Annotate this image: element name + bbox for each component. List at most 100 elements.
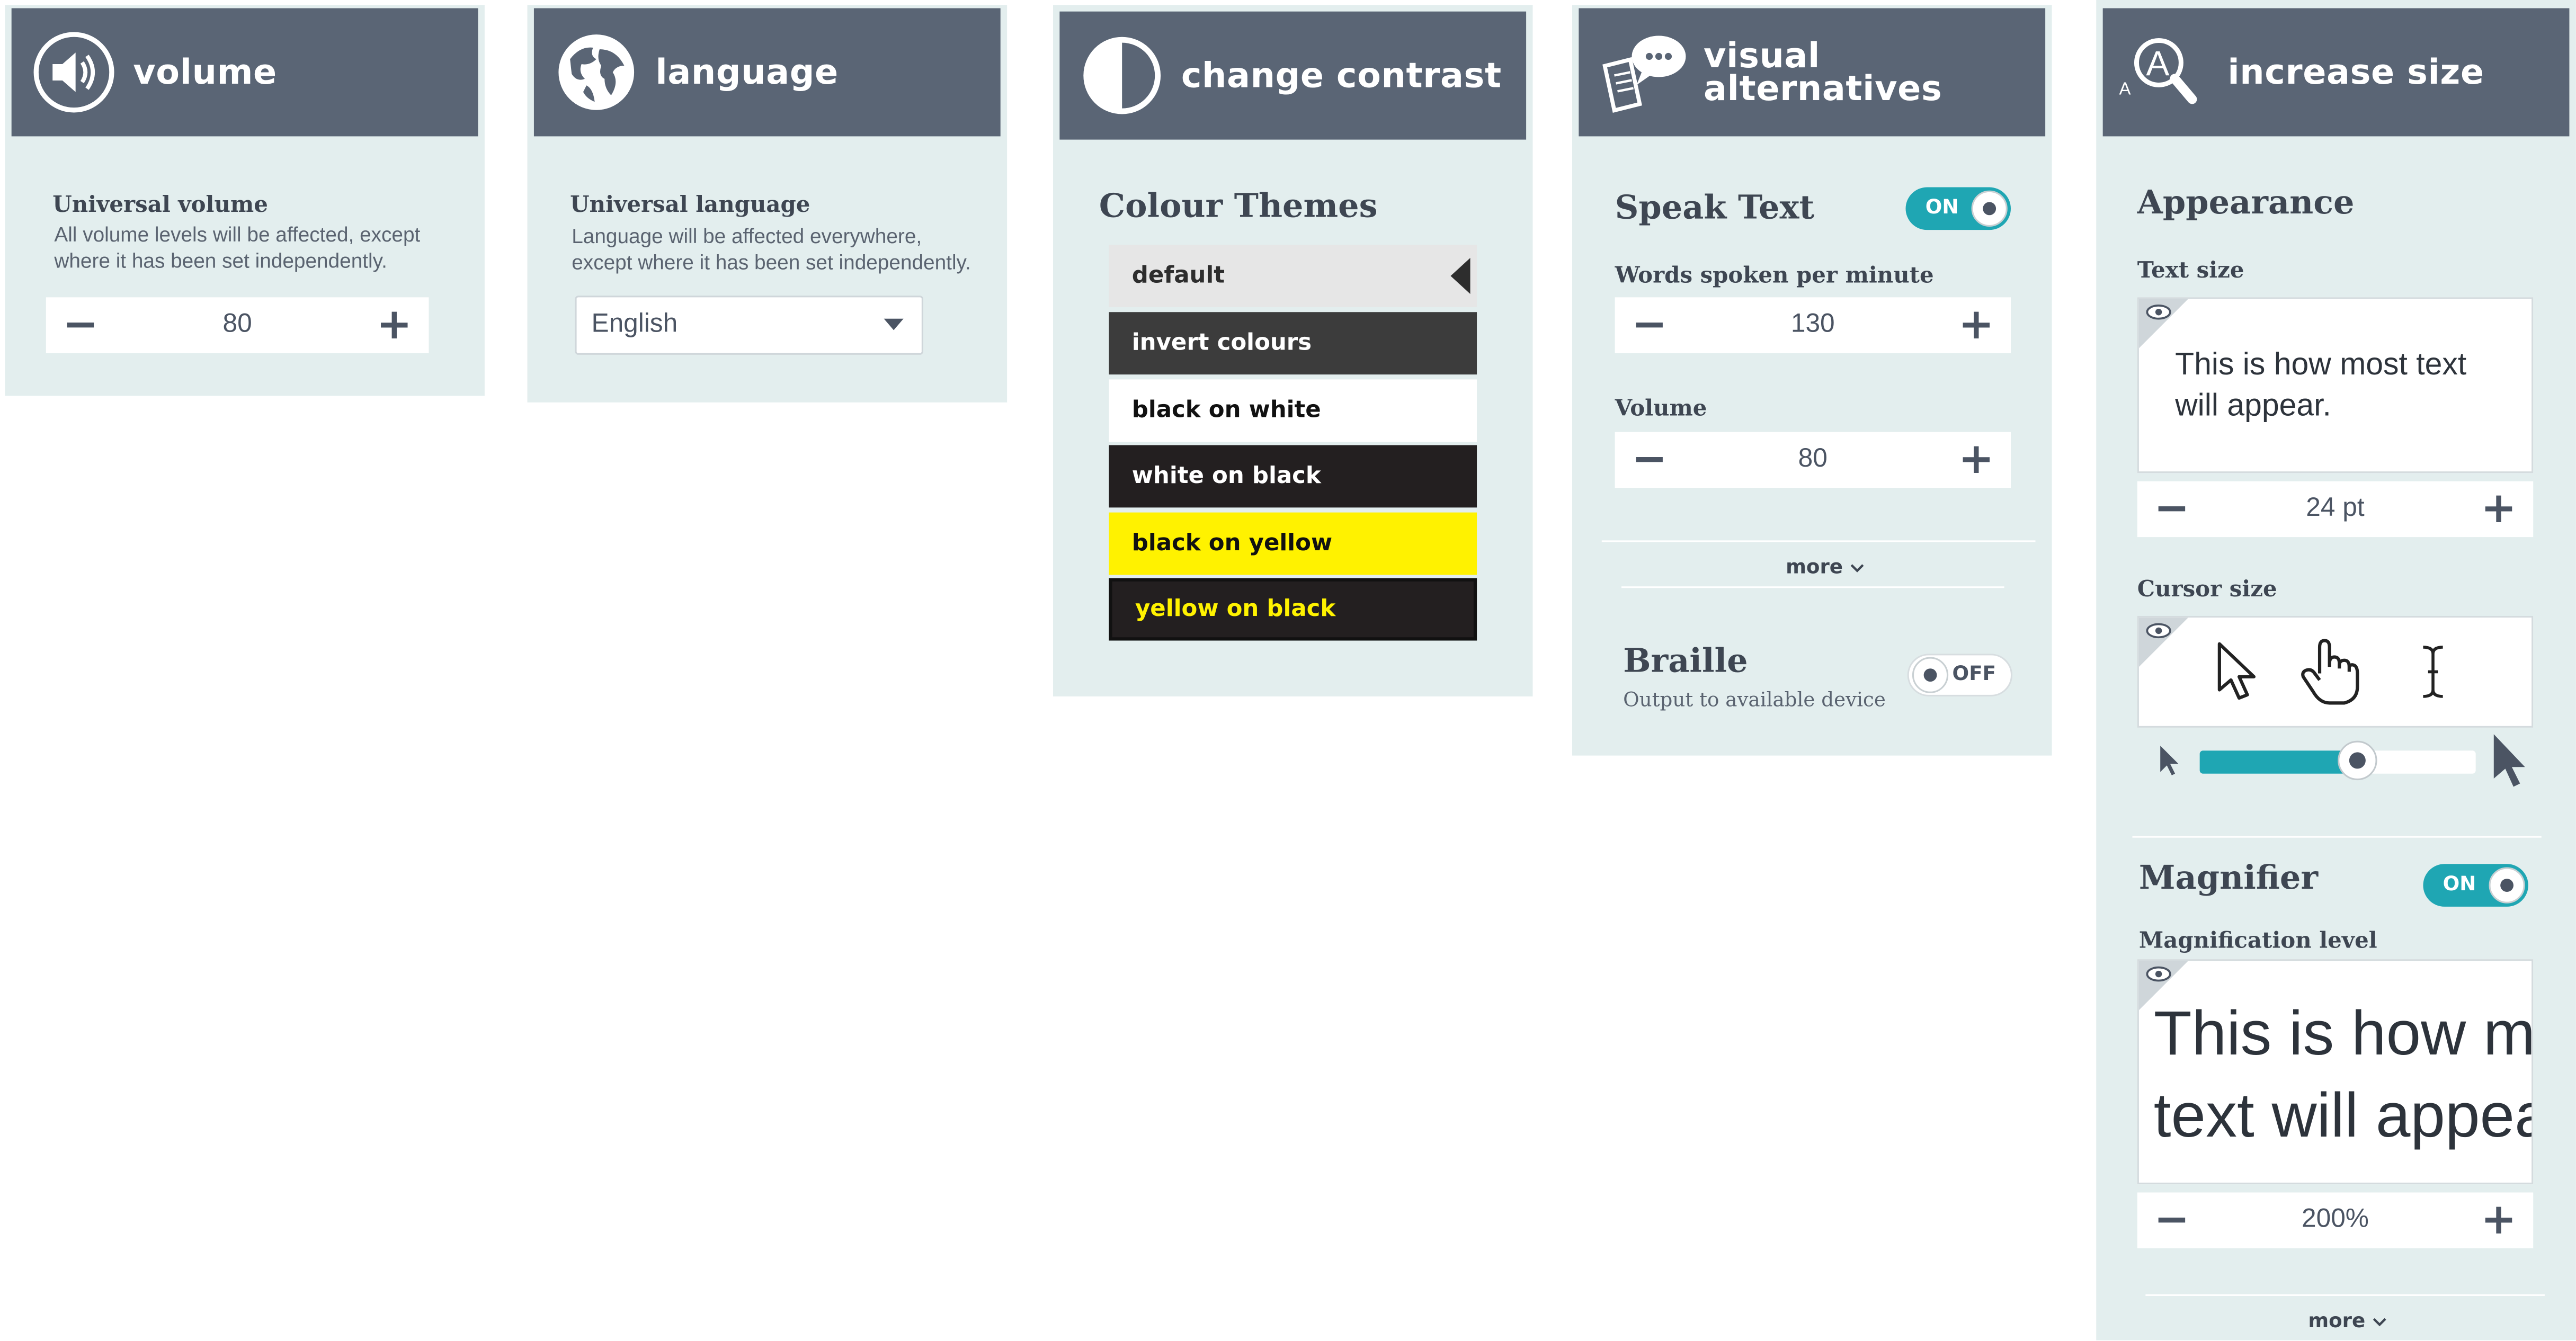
chevron-down-icon	[884, 318, 904, 330]
magnifier-heading: Magnifier	[2138, 857, 2319, 897]
toggle-state: ON	[1925, 195, 1959, 219]
appearance-heading: Appearance	[2137, 182, 2355, 222]
language-description-2: except where it has been set independent…	[572, 251, 971, 274]
increase-size-more-link[interactable]: more	[2308, 1309, 2387, 1332]
language-header[interactable]: language	[533, 8, 1001, 137]
words-per-minute-label: Words spoken per minute	[1615, 263, 1934, 289]
magnification-decrease-button[interactable]: −	[2154, 1196, 2190, 1245]
toggle-knob	[2489, 867, 2525, 904]
eye-icon	[2146, 304, 2171, 320]
braille-heading: Braille	[1623, 640, 1748, 680]
magnification-level-label: Magnification level	[2138, 928, 2377, 954]
words-increase-button[interactable]: +	[1958, 301, 1994, 350]
cursor-size-label: Cursor size	[2137, 576, 2277, 603]
words-per-minute-stepper: − 130 +	[1615, 297, 2011, 353]
chevron-down-icon	[1850, 564, 1864, 573]
colour-themes-heading: Colour Themes	[1099, 185, 1378, 225]
contrast-panel: change contrast Colour Themes default in…	[1053, 5, 1533, 696]
text-size-decrease-button[interactable]: −	[2154, 485, 2190, 534]
universal-language-label: Universal language	[570, 192, 810, 219]
visual-alternatives-title: visual alternatives	[1704, 36, 1942, 109]
magnification-stepper: − 200% +	[2137, 1192, 2534, 1248]
preview-line-2: will appear.	[2175, 389, 2331, 424]
globe-icon	[558, 34, 635, 110]
divider	[1621, 586, 2004, 588]
toggle-knob	[1912, 657, 1949, 693]
universal-volume-label: Universal volume	[52, 192, 268, 219]
language-selected-value: English	[591, 310, 678, 338]
hand-cursor-icon	[2301, 639, 2359, 705]
arrow-cursor-icon	[2217, 642, 2256, 700]
language-select[interactable]: English	[575, 296, 923, 355]
volume-decrease-button[interactable]: −	[63, 301, 99, 350]
divider	[2145, 1294, 2545, 1296]
speak-text-toggle[interactable]: ON	[1905, 187, 2011, 230]
magnification-preview: This is how most text will appear.	[2137, 959, 2534, 1185]
speak-text-more-link[interactable]: more	[1786, 555, 1865, 578]
theme-label: white on black	[1131, 463, 1321, 490]
preview-line-1: This is how most text	[2175, 348, 2467, 383]
slider-fill	[2199, 750, 2357, 774]
words-value: 130	[1790, 310, 1835, 338]
theme-label: black on yellow	[1131, 530, 1333, 557]
cursor-size-preview	[2137, 615, 2534, 728]
divider	[1601, 540, 2036, 542]
speak-text-heading: Speak Text	[1615, 187, 1815, 227]
theme-black-on-white[interactable]: black on white	[1109, 379, 1477, 442]
volume-increase-button[interactable]: +	[376, 301, 412, 350]
volume-header[interactable]: volume	[11, 8, 478, 137]
more-label: more	[1786, 555, 1843, 578]
mag-preview-line-2: text will appear.	[2153, 1082, 2532, 1152]
theme-default[interactable]: default	[1109, 245, 1477, 307]
eye-icon	[2146, 966, 2171, 982]
slider-thumb[interactable]	[2337, 740, 2377, 781]
small-cursor-icon	[2160, 745, 2179, 775]
increase-size-panel: A A increase size Appearance Text size T…	[2096, 0, 2576, 1340]
cursor-size-slider[interactable]	[2199, 740, 2476, 781]
braille-description: Output to available device	[1623, 688, 1886, 711]
half-circle-icon	[1083, 37, 1161, 114]
magnifier-letter-icon: A A	[2119, 38, 2197, 104]
visual-alternatives-panel: visual alternatives Speak Text ON Words …	[1572, 5, 2052, 756]
language-description-1: Language will be affected everywhere,	[572, 225, 922, 248]
language-title: language	[655, 52, 839, 92]
words-decrease-button[interactable]: −	[1632, 301, 1668, 350]
volume-description-1: All volume levels will be affected, exce…	[54, 223, 421, 247]
speech-volume-increase-button[interactable]: +	[1958, 435, 1994, 485]
theme-white-on-black[interactable]: white on black	[1109, 445, 1477, 508]
magnification-increase-button[interactable]: +	[2481, 1196, 2517, 1245]
speech-volume-stepper: − 80 +	[1615, 432, 2011, 488]
theme-invert-colours[interactable]: invert colours	[1109, 312, 1477, 375]
more-label: more	[2308, 1309, 2366, 1333]
selected-arrow-icon	[1450, 257, 1470, 294]
speech-volume-decrease-button[interactable]: −	[1632, 435, 1668, 485]
theme-label: yellow on black	[1135, 596, 1336, 623]
text-size-label: Text size	[2137, 257, 2244, 284]
speaker-icon	[33, 32, 114, 113]
theme-yellow-on-black[interactable]: yellow on black	[1109, 578, 1477, 641]
magnifier-toggle[interactable]: ON	[2423, 864, 2528, 907]
text-size-value: 24 pt	[2306, 494, 2365, 523]
volume-title: volume	[133, 52, 277, 92]
text-size-stepper: − 24 pt +	[2137, 481, 2534, 538]
increase-size-header[interactable]: A A increase size	[2102, 8, 2570, 137]
text-size-preview: This is how most text will appear.	[2137, 297, 2534, 473]
theme-label: default	[1131, 263, 1225, 289]
visual-alternatives-header[interactable]: visual alternatives	[1579, 8, 2046, 137]
braille-toggle[interactable]: OFF	[1907, 654, 2013, 696]
magnification-value: 200%	[2302, 1205, 2369, 1234]
contrast-title: change contrast	[1181, 56, 1502, 95]
settings-stage: volume Universal volume All volume level…	[0, 0, 2576, 1340]
text-size-increase-button[interactable]: +	[2481, 485, 2517, 534]
universal-volume-stepper: − 80 +	[46, 297, 429, 353]
contrast-header[interactable]: change contrast	[1059, 11, 1527, 140]
title-line-1: visual	[1704, 36, 1820, 76]
title-line-2: alternatives	[1704, 69, 1942, 109]
small-letter: A	[2119, 78, 2131, 98]
volume-value: 80	[222, 310, 252, 338]
big-letter: A	[2146, 43, 2169, 83]
speech-volume-label: Volume	[1615, 396, 1707, 423]
theme-label: invert colours	[1131, 330, 1312, 356]
large-cursor-icon	[2493, 734, 2525, 787]
theme-black-on-yellow[interactable]: black on yellow	[1109, 512, 1477, 575]
